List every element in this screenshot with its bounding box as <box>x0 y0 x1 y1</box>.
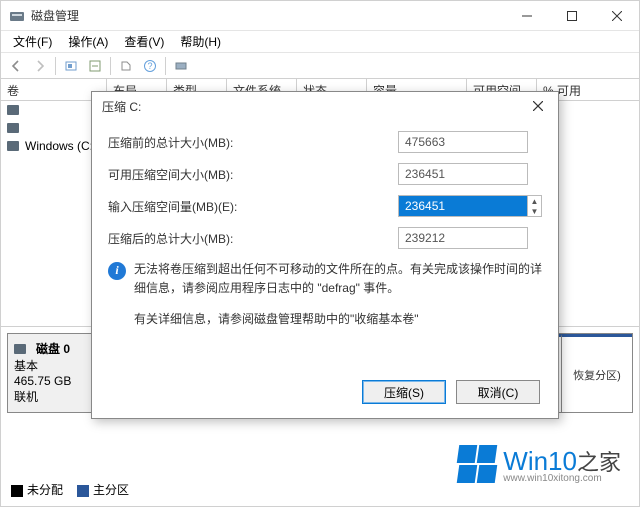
help-icon[interactable]: ? <box>139 55 161 77</box>
disk-info-panel: 磁盘 0 基本 465.75 GB 联机 <box>7 333 103 413</box>
dialog-close-button[interactable] <box>524 94 552 118</box>
disk-status: 联机 <box>14 388 96 405</box>
dialog-titlebar: 压缩 C: <box>92 92 558 120</box>
maximize-button[interactable] <box>549 1 594 31</box>
svg-text:?: ? <box>147 61 152 71</box>
toolbar-icon-1[interactable] <box>60 55 82 77</box>
toolbar-icon-2[interactable] <box>115 55 137 77</box>
legend-unallocated: 未分配 <box>11 481 63 498</box>
toolbar-separator <box>110 57 111 75</box>
legend-primary: 主分区 <box>77 481 129 498</box>
disk-type: 基本 <box>14 357 96 374</box>
menu-help[interactable]: 帮助(H) <box>172 31 229 52</box>
menubar: 文件(F) 操作(A) 查看(V) 帮助(H) <box>1 31 639 53</box>
app-title: 磁盘管理 <box>31 7 504 24</box>
menu-view[interactable]: 查看(V) <box>116 31 172 52</box>
value-available-shrink: 236451 <box>398 163 528 185</box>
shrink-button[interactable]: 压缩(S) <box>362 380 446 404</box>
partition-recovery[interactable]: 恢复分区) <box>562 334 632 412</box>
disk-icon <box>14 344 26 354</box>
info-icon: i <box>108 262 126 280</box>
input-shrink-amount[interactable]: 236451 <box>398 195 528 217</box>
volume-icon <box>7 105 19 115</box>
primary-swatch <box>77 485 89 497</box>
watermark-brand: Win10 <box>503 446 577 476</box>
label-shrink-amount: 输入压缩空间量(MB)(E): <box>108 198 308 215</box>
disk-management-window: 磁盘管理 文件(F) 操作(A) 查看(V) 帮助(H) ? 卷 布局 类型 文… <box>0 0 640 507</box>
disk-name: 磁盘 0 <box>36 340 70 357</box>
dialog-title: 压缩 C: <box>102 98 524 115</box>
cancel-button[interactable]: 取消(C) <box>456 380 540 404</box>
info-message: i 无法将卷压缩到超出任何不可移动的文件所在的点。有关完成该操作时间的详细信息，… <box>108 254 542 304</box>
toolbar: ? <box>1 53 639 79</box>
titlebar: 磁盘管理 <box>1 1 639 31</box>
disk-size: 465.75 GB <box>14 374 96 388</box>
legend: 未分配 主分区 <box>11 481 129 498</box>
back-button[interactable] <box>5 55 27 77</box>
help-reference: 有关详细信息，请参阅磁盘管理帮助中的"收缩基本卷" <box>108 304 542 339</box>
watermark: Win10之家 www.win10xitong.com <box>457 444 621 484</box>
volume-label: Windows (C:) <box>25 139 97 153</box>
toolbar-separator <box>165 57 166 75</box>
watermark-suffix: 之家 <box>577 450 621 475</box>
close-button[interactable] <box>594 1 639 31</box>
minimize-button[interactable] <box>504 1 549 31</box>
toolbar-icon-3[interactable] <box>170 55 192 77</box>
spinner-up-icon[interactable]: ▲ <box>528 196 541 206</box>
label-size-before: 压缩前的总计大小(MB): <box>108 134 308 151</box>
value-size-after: 239212 <box>398 227 528 249</box>
value-size-before: 475663 <box>398 131 528 153</box>
spinner-down-icon[interactable]: ▼ <box>528 206 541 216</box>
menu-action[interactable]: 操作(A) <box>60 31 116 52</box>
shrink-dialog: 压缩 C: 压缩前的总计大小(MB): 475663 可用压缩空间大小(MB):… <box>91 91 559 419</box>
info-text: 无法将卷压缩到超出任何不可移动的文件所在的点。有关完成该操作时间的详细信息，请参… <box>134 260 542 298</box>
window-buttons <box>504 1 639 31</box>
toolbar-separator <box>55 57 56 75</box>
volume-icon <box>7 123 19 133</box>
shrink-amount-spinner[interactable]: ▲▼ <box>528 195 542 217</box>
volume-icon <box>7 141 19 151</box>
recovery-label: 恢复分区) <box>573 367 621 383</box>
unallocated-swatch <box>11 485 23 497</box>
app-icon <box>9 8 25 24</box>
label-available-shrink: 可用压缩空间大小(MB): <box>108 166 308 183</box>
menu-file[interactable]: 文件(F) <box>5 31 60 52</box>
refresh-button[interactable] <box>84 55 106 77</box>
windows-logo-icon <box>457 444 497 484</box>
forward-button[interactable] <box>29 55 51 77</box>
label-size-after: 压缩后的总计大小(MB): <box>108 230 308 247</box>
